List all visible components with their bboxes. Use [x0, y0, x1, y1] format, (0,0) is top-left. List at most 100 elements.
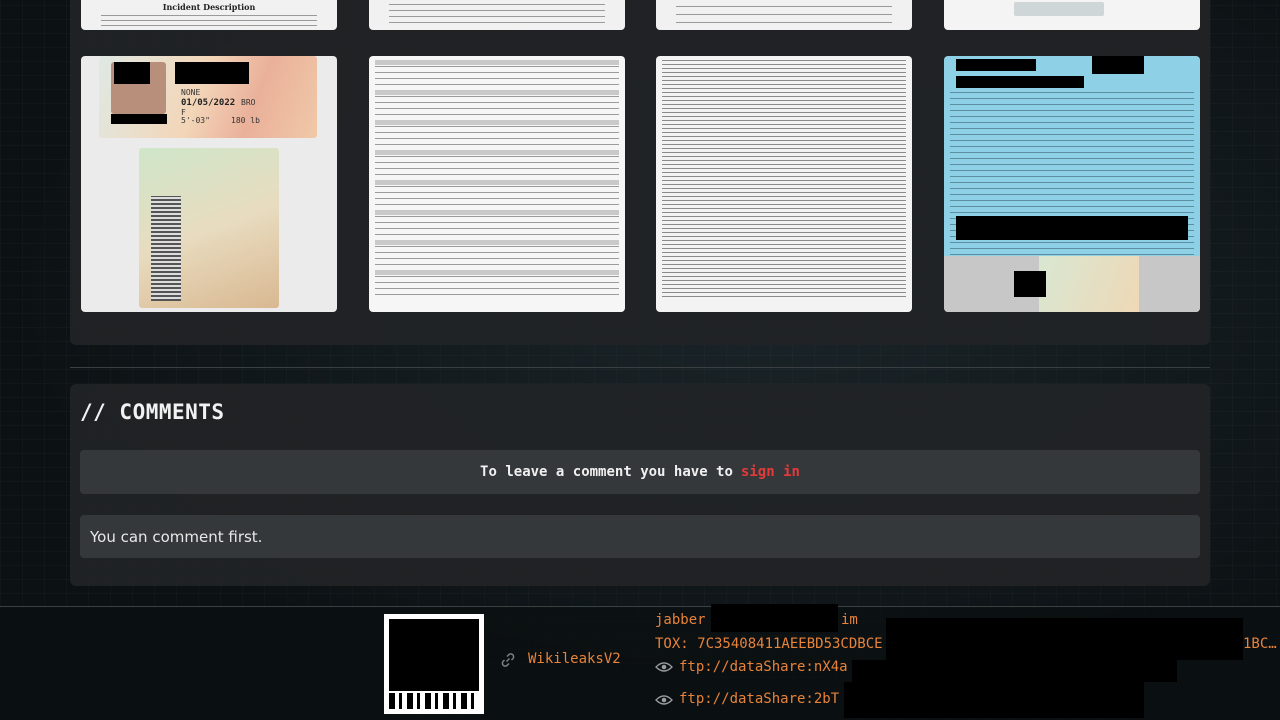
- id-date: 01/05/2022: [181, 98, 236, 108]
- document-line: [662, 64, 906, 65]
- document-line: [375, 210, 619, 215]
- document-line: [375, 192, 619, 193]
- tox-suffix: 1BC…: [1243, 636, 1277, 652]
- document-line: [662, 148, 906, 149]
- document-line: [662, 152, 906, 153]
- document-thumbnail-1[interactable]: Incident Description: [81, 0, 337, 30]
- document-line: [662, 264, 906, 265]
- document-line: [950, 146, 1194, 147]
- ftp-link-1[interactable]: ftp://dataShare:nX4a: [679, 659, 848, 675]
- document-line: [662, 124, 906, 125]
- document-line: [662, 248, 906, 249]
- document-line: [662, 228, 906, 229]
- document-line: [375, 228, 619, 229]
- document-line: [375, 204, 619, 205]
- jabber-redaction: [711, 604, 838, 632]
- tox-contact[interactable]: TOX: 7C35408411AEEBD53CDBCE: [655, 636, 883, 652]
- document-line: [375, 180, 619, 185]
- document-line: [662, 184, 906, 185]
- document-line: [950, 182, 1194, 183]
- login-notice: To leave a comment you have to sign in: [80, 450, 1200, 494]
- document-line: [375, 186, 619, 187]
- document-line: [662, 192, 906, 193]
- document-line: [375, 222, 619, 223]
- eye-icon: [655, 695, 673, 705]
- dense-form-thumbnail[interactable]: [656, 56, 912, 312]
- document-line: [662, 232, 906, 233]
- license-scan: [1039, 256, 1139, 312]
- document-line: [662, 204, 906, 205]
- document-line: [375, 108, 619, 109]
- document-line: [375, 246, 619, 247]
- ftp-2-redaction: [844, 682, 1144, 718]
- ftp-link-2[interactable]: ftp://dataShare:2bT: [679, 691, 839, 707]
- document-line: [375, 102, 619, 103]
- login-prompt-text: To leave a comment you have to: [480, 464, 733, 480]
- document-line: [662, 292, 906, 293]
- document-line: [375, 144, 619, 145]
- document-line: [375, 60, 619, 65]
- document-line: [662, 84, 906, 85]
- document-line: [662, 240, 906, 241]
- document-line: [950, 128, 1194, 129]
- sign-in-link[interactable]: sign in: [741, 464, 800, 480]
- document-line: [950, 194, 1194, 195]
- document-line: [662, 88, 906, 89]
- document-line: [662, 268, 906, 269]
- barcode: [151, 196, 181, 301]
- eye-icon: [655, 662, 673, 672]
- document-line: [662, 92, 906, 93]
- id-height: 5'-03": [181, 116, 210, 125]
- document-thumbnail-2[interactable]: [369, 0, 625, 30]
- empty-comments-message: You can comment first.: [80, 515, 1200, 558]
- document-thumbnail-3[interactable]: [656, 0, 912, 30]
- qr-code: [384, 614, 484, 714]
- document-line: [375, 126, 619, 127]
- document-line: [375, 84, 619, 85]
- tox-prefix: TOX: 7C35408411AEEBD53CDBCE: [655, 636, 883, 652]
- document-line: [662, 116, 906, 117]
- document-line: [662, 296, 906, 297]
- document-line: [662, 280, 906, 281]
- document-line: [662, 104, 906, 105]
- document-line: [375, 96, 619, 97]
- tox-redaction: [886, 618, 1243, 660]
- id-card-thumbnail[interactable]: NONE 01/05/2022 BRO F 5'-03" 180 lb: [81, 56, 337, 312]
- wikileaks-link[interactable]: WikileaksV2: [528, 651, 621, 667]
- police-report-thumbnail[interactable]: [369, 56, 625, 312]
- document-line: [950, 134, 1194, 135]
- document-line: [662, 120, 906, 121]
- document-line: [662, 212, 906, 213]
- document-line: [950, 248, 1194, 249]
- document-line: [662, 252, 906, 253]
- document-line: [375, 162, 619, 163]
- document-line: [375, 240, 619, 245]
- document-line: [375, 72, 619, 73]
- document-line: [662, 276, 906, 277]
- document-line: [662, 224, 906, 225]
- document-line: [950, 152, 1194, 153]
- document-line: [950, 242, 1194, 243]
- document-line: [950, 104, 1194, 105]
- document-thumbnail-4[interactable]: [944, 0, 1200, 30]
- id-eyes: BRO: [241, 98, 256, 107]
- blue-document-thumbnail[interactable]: [944, 56, 1200, 312]
- ftp-1-redaction: [852, 660, 1177, 682]
- document-line: [375, 276, 619, 277]
- document-line: [662, 196, 906, 197]
- document-line: [662, 132, 906, 133]
- document-line: [375, 258, 619, 259]
- document-line: [950, 98, 1194, 99]
- document-line: [950, 164, 1194, 165]
- document-line: [375, 120, 619, 125]
- document-line: [950, 170, 1194, 171]
- document-line: [662, 288, 906, 289]
- document-line: [662, 128, 906, 129]
- comments-heading: // COMMENTS: [80, 400, 225, 424]
- document-line: [375, 270, 619, 275]
- document-line: [662, 180, 906, 181]
- document-line: [375, 174, 619, 175]
- document-line: [950, 212, 1194, 213]
- document-line: [950, 122, 1194, 123]
- id-weight: 180 lb: [231, 116, 260, 125]
